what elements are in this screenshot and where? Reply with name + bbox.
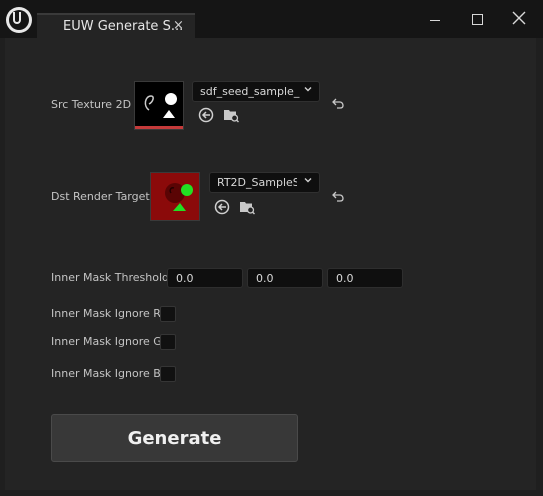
details-panel: Src Texture 2D sdf_seed_sample_ Dst Rend… bbox=[5, 38, 536, 490]
inner-mask-threshold-label: Inner Mask Threshold bbox=[51, 271, 170, 284]
ignore-g-label: Inner Mask Ignore G bbox=[51, 335, 162, 348]
dst-render-target-dropdown[interactable]: RT2D_SampleS bbox=[209, 172, 320, 193]
maximize-icon bbox=[472, 14, 483, 25]
ignore-r-label: Inner Mask Ignore R bbox=[51, 307, 161, 320]
dst-reset-icon[interactable] bbox=[331, 189, 345, 203]
minimize-icon bbox=[430, 20, 440, 21]
src-texture-value: sdf_seed_sample_ bbox=[200, 85, 300, 98]
ignore-b-checkbox[interactable] bbox=[160, 366, 176, 382]
ignore-r-checkbox[interactable] bbox=[160, 306, 176, 322]
dst-render-target-label: Dst Render Target bbox=[51, 190, 150, 203]
ignore-b-label: Inner Mask Ignore B bbox=[51, 367, 161, 380]
browse-folder-icon[interactable] bbox=[239, 199, 255, 215]
generate-button[interactable]: Generate bbox=[51, 414, 298, 462]
use-selected-icon[interactable] bbox=[198, 107, 214, 123]
src-reset-icon[interactable] bbox=[331, 96, 345, 110]
close-icon bbox=[512, 11, 526, 25]
src-texture-dropdown[interactable]: sdf_seed_sample_ bbox=[192, 81, 320, 102]
chevron-down-icon bbox=[304, 178, 312, 183]
chevron-down-icon bbox=[304, 87, 312, 92]
title-bar: EUW Generate S... × bbox=[0, 0, 543, 38]
threshold-y-input[interactable]: 0.0 bbox=[247, 268, 323, 288]
tab-close-icon[interactable]: × bbox=[173, 18, 184, 33]
threshold-x-input[interactable]: 0.0 bbox=[167, 268, 243, 288]
close-button[interactable] bbox=[509, 9, 529, 29]
minimize-button[interactable] bbox=[425, 10, 445, 30]
generate-label: Generate bbox=[127, 428, 222, 449]
dst-render-target-thumbnail[interactable] bbox=[150, 172, 200, 221]
src-texture-thumbnail[interactable] bbox=[134, 81, 184, 130]
dst-render-target-value: RT2D_SampleS bbox=[217, 176, 297, 189]
dst-render-target-preview bbox=[165, 183, 193, 211]
tab-title: EUW Generate S... bbox=[63, 19, 184, 34]
maximize-button[interactable] bbox=[467, 10, 487, 30]
browse-folder-icon[interactable] bbox=[223, 107, 239, 123]
src-texture-label: Src Texture 2D bbox=[51, 98, 132, 111]
src-texture-preview bbox=[144, 93, 177, 118]
use-selected-icon[interactable] bbox=[214, 199, 230, 215]
ignore-g-checkbox[interactable] bbox=[160, 334, 176, 350]
tab-euw-generate[interactable]: EUW Generate S... × bbox=[37, 13, 195, 38]
unreal-logo-icon bbox=[6, 7, 32, 33]
threshold-z-input[interactable]: 0.0 bbox=[327, 268, 403, 288]
